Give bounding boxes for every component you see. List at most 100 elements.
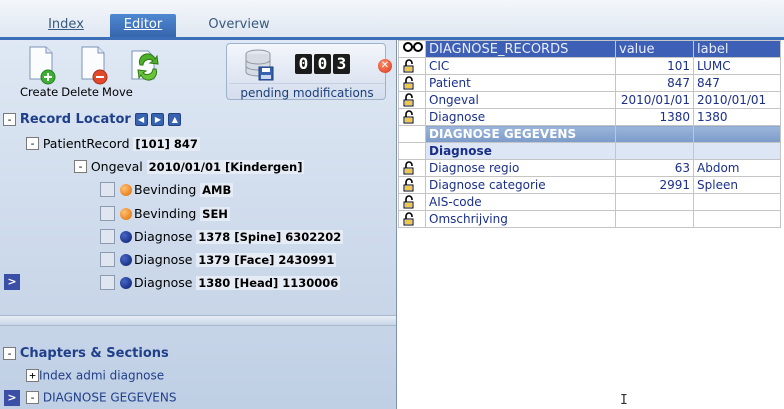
delete-button[interactable]: [80, 45, 110, 85]
nav-up-icon[interactable]: ▲: [168, 113, 182, 126]
lock-icon[interactable]: [398, 193, 426, 211]
lock-icon[interactable]: [398, 57, 426, 75]
collapse-toggle[interactable]: -: [26, 391, 39, 404]
grid-row[interactable]: Omschrijving: [398, 210, 781, 228]
field-value[interactable]: 1380: [615, 108, 694, 126]
grid-row[interactable]: Diagnose categorie 2991 Spleen: [398, 176, 781, 194]
item-checkbox[interactable]: [100, 252, 115, 267]
pending-digit: 0: [295, 54, 312, 74]
expand-toggle[interactable]: +: [26, 369, 39, 382]
orange-bullet-icon: [120, 207, 132, 220]
field-label: [693, 142, 781, 160]
toolbar-labels: Create Delete Move: [20, 85, 136, 99]
glasses-icon[interactable]: [398, 40, 426, 58]
pending-digit: 3: [333, 54, 350, 74]
empty-icon-cell: [398, 125, 426, 143]
blue-bullet-icon: [120, 276, 132, 289]
create-icon: [29, 46, 56, 85]
grid-row[interactable]: Ongeval 2010/01/01 2010/01/01: [398, 91, 781, 109]
pending-modifications-panel[interactable]: 0 0 3 pending modifications: [226, 43, 386, 100]
records-grid: DIAGNOSE_RECORDS value label CIC 101 LUMC P…: [398, 40, 781, 228]
database-save-icon: [245, 49, 274, 81]
tree-node-item[interactable]: Bevinding SEH: [100, 206, 230, 224]
field-name: Omschrijving: [425, 210, 616, 228]
grid-sub-row[interactable]: Diagnose: [398, 142, 781, 160]
empty-icon-cell: [398, 142, 426, 160]
node-value: 1378 [Spine] 6302202: [196, 229, 344, 244]
close-icon[interactable]: ✕: [378, 59, 392, 73]
panel-splitter[interactable]: [0, 315, 396, 326]
tree-node-item[interactable]: Diagnose 1379 [Face] 2430991: [100, 252, 337, 270]
tab-index[interactable]: Index: [36, 14, 96, 37]
field-value[interactable]: 847: [615, 74, 694, 92]
field-value[interactable]: [615, 210, 694, 228]
field-name: Diagnose regio: [425, 159, 616, 177]
grid-row[interactable]: AIS-code: [398, 193, 781, 211]
field-name: Diagnose: [425, 108, 616, 126]
grid-row[interactable]: CIC 101 LUMC: [398, 57, 781, 75]
move-icon: [131, 50, 159, 81]
collapse-toggle[interactable]: -: [3, 113, 16, 126]
grid-row[interactable]: Diagnose 1380 1380: [398, 108, 781, 126]
delete-icon: [81, 46, 108, 85]
field-value[interactable]: [615, 193, 694, 211]
lock-icon[interactable]: [398, 159, 426, 177]
move-label: Move: [102, 85, 133, 99]
header-label: label: [693, 40, 781, 58]
field-value[interactable]: 63: [615, 159, 694, 177]
field-name: CIC: [425, 57, 616, 75]
grid-header-row: DIAGNOSE_RECORDS value label: [398, 40, 781, 58]
node-value: 1380 [Head] 1130006: [196, 275, 341, 290]
item-checkbox[interactable]: [100, 275, 115, 290]
field-label: Abdom: [693, 159, 781, 177]
tree-node-item[interactable]: Diagnose 1378 [Spine] 6302202: [100, 229, 344, 247]
item-checkbox[interactable]: [100, 206, 115, 221]
nav-left-icon[interactable]: ◀: [134, 113, 148, 126]
create-button[interactable]: [28, 45, 58, 85]
tree-node-patient[interactable]: - PatientRecord [101] 847: [26, 136, 200, 154]
collapse-toggle[interactable]: -: [74, 160, 87, 173]
tab-overview[interactable]: Overview: [194, 14, 284, 37]
chapters-header: - Chapters & Sections: [3, 346, 169, 364]
pending-digit: 0: [314, 54, 331, 74]
tree-node-item-selected[interactable]: Diagnose 1380 [Head] 1130006: [100, 275, 341, 293]
field-value[interactable]: 2010/01/01: [615, 91, 694, 109]
lock-icon[interactable]: [398, 91, 426, 109]
field-value[interactable]: 2991: [615, 176, 694, 194]
chapter-item[interactable]: + Index admi diagnose: [26, 368, 164, 386]
field-value[interactable]: 101: [615, 57, 694, 75]
nav-right-icon[interactable]: ▶: [151, 113, 165, 126]
node-label: Bevinding: [134, 182, 197, 197]
node-value: [101] 847: [133, 136, 200, 151]
field-name: Diagnose: [425, 142, 616, 160]
move-button[interactable]: [130, 45, 160, 85]
node-value: SEH: [200, 206, 230, 221]
pending-modifications-link[interactable]: pending modifications: [229, 83, 385, 100]
lock-icon[interactable]: [398, 74, 426, 92]
left-panel: Create Delete Move 0 0 3 pending modificat…: [0, 40, 397, 409]
grid-row[interactable]: Patient 847 847: [398, 74, 781, 92]
field-label: [693, 125, 781, 143]
collapse-toggle[interactable]: -: [3, 347, 16, 360]
lock-icon[interactable]: [398, 176, 426, 194]
field-label: Spleen: [693, 176, 781, 194]
lock-icon[interactable]: [398, 210, 426, 228]
chapter-link[interactable]: Index admi diagnose: [39, 369, 164, 383]
field-label: 1380: [693, 108, 781, 126]
chapter-link[interactable]: DIAGNOSE GEGEVENS: [43, 391, 177, 405]
create-label: Create: [20, 85, 59, 99]
tab-editor[interactable]: Editor: [110, 14, 176, 37]
tree-node-ongeval[interactable]: - Ongeval 2010/01/01 [Kindergen]: [74, 159, 305, 177]
grid-row[interactable]: Diagnose regio 63 Abdom: [398, 159, 781, 177]
lock-icon[interactable]: [398, 108, 426, 126]
field-label: LUMC: [693, 57, 781, 75]
field-name: AIS-code: [425, 193, 616, 211]
chapter-item[interactable]: - DIAGNOSE GEGEVENS: [26, 390, 177, 408]
tree-node-item[interactable]: Bevinding AMB: [100, 182, 234, 200]
node-label: Bevinding: [134, 206, 197, 221]
item-checkbox[interactable]: [100, 229, 115, 244]
node-value: 2010/01/01 [Kindergen]: [146, 159, 305, 174]
collapse-toggle[interactable]: -: [26, 137, 39, 150]
grid-section-row[interactable]: DIAGNOSE GEGEVENS: [398, 125, 781, 143]
item-checkbox[interactable]: [100, 182, 115, 197]
